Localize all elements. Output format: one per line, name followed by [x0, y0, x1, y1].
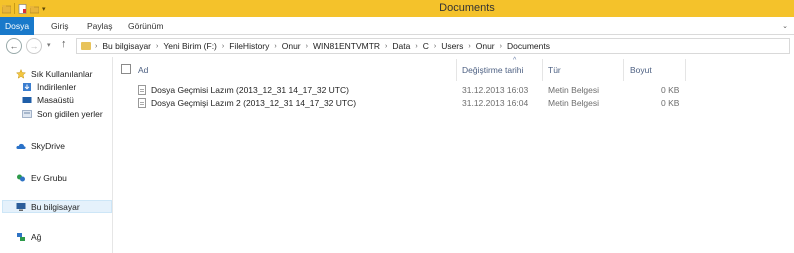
sidebar-item-network[interactable]: Ağ — [16, 231, 41, 243]
recent-locations-icon[interactable]: ▾ — [47, 41, 51, 49]
cloud-icon — [16, 143, 26, 149]
breadcrumb-separator-icon[interactable]: › — [415, 43, 417, 50]
column-divider[interactable] — [685, 59, 686, 81]
breadcrumb-this-pc[interactable]: Bu bilgisayar — [102, 41, 151, 51]
breadcrumb-machine[interactable]: WIN81ENTVMTR — [313, 41, 380, 51]
breadcrumb-separator-icon[interactable]: › — [385, 43, 387, 50]
downloads-icon — [23, 83, 31, 91]
select-all-checkbox[interactable] — [121, 64, 131, 74]
folder-icon[interactable] — [2, 4, 11, 14]
sidebar-item-label: SkyDrive — [31, 141, 66, 151]
breadcrumb-separator-icon[interactable]: › — [500, 43, 502, 50]
breadcrumb-separator-icon[interactable]: › — [274, 43, 276, 50]
sidebar-item-favorites[interactable]: Sık Kullanılanlar — [16, 68, 92, 80]
file-name-cell: Dosya Geçmişi Lazım 2 (2013_12_31 14_17_… — [138, 97, 356, 109]
file-size: 0 KB — [661, 98, 680, 108]
breadcrumb-documents[interactable]: Documents — [507, 41, 550, 51]
expand-ribbon-icon[interactable]: ⌄ — [782, 22, 788, 30]
tab-file[interactable]: Dosya — [0, 17, 34, 35]
file-name: Dosya Geçmisi Lazım (2013_12_31 14_17_32… — [151, 85, 349, 95]
breadcrumb-users[interactable]: Users — [441, 41, 463, 51]
column-size[interactable]: Boyut — [630, 65, 652, 75]
column-header: ^ Ad Değiştirme tarihi Tür Boyut — [113, 57, 794, 81]
sidebar-item-label: Ev Grubu — [31, 173, 67, 183]
sidebar-item-label: Ağ — [31, 232, 42, 242]
new-folder-icon[interactable] — [30, 4, 39, 14]
column-divider[interactable] — [542, 59, 543, 81]
file-type: Metin Belgesi — [548, 85, 600, 95]
breadcrumb-separator-icon[interactable]: › — [222, 43, 224, 50]
column-type[interactable]: Tür — [548, 65, 561, 75]
desktop-icon — [22, 97, 32, 103]
window-title: Documents — [439, 2, 495, 14]
breadcrumb-separator-icon[interactable]: › — [306, 43, 308, 50]
file-size: 0 KB — [661, 85, 680, 95]
folder-icon — [81, 42, 91, 50]
up-button[interactable]: ↑ — [61, 38, 67, 50]
file-name: Dosya Geçmişi Lazım 2 (2013_12_31 14_17_… — [151, 98, 357, 108]
sort-ascending-icon: ^ — [513, 57, 517, 64]
tab-share[interactable]: Paylaş — [87, 17, 113, 35]
sidebar-item-label: İndirilenler — [37, 82, 77, 92]
text-document-icon — [138, 98, 146, 108]
sidebar-item-desktop[interactable]: Masaüstü — [22, 94, 74, 106]
arrow-left-icon: ← — [9, 41, 19, 51]
customize-toolbar-icon[interactable]: ▾ — [42, 5, 46, 13]
sidebar-item-this-pc[interactable]: Bu bilgisayar — [2, 200, 112, 213]
toolbar-divider — [14, 3, 15, 14]
computer-icon — [16, 202, 26, 211]
sidebar-item-homegroup[interactable]: Ev Grubu — [16, 172, 67, 184]
tab-home[interactable]: Giriş — [51, 17, 68, 35]
recent-places-icon — [22, 110, 32, 118]
network-icon — [17, 233, 25, 241]
table-row[interactable]: Dosya Geçmisi Lazım (2013_12_31 14_17_32… — [113, 84, 794, 96]
text-document-icon — [138, 85, 146, 95]
breadcrumb-c[interactable]: C — [423, 41, 429, 51]
breadcrumb-user[interactable]: Onur — [282, 41, 301, 51]
breadcrumb-separator-icon[interactable]: › — [156, 43, 158, 50]
column-name[interactable]: Ad — [138, 65, 148, 75]
address-bar[interactable]: › Bu bilgisayar › Yeni Birim (F:) › File… — [76, 38, 790, 54]
file-type: Metin Belgesi — [548, 98, 600, 108]
tab-view[interactable]: Görünüm — [128, 17, 163, 35]
forward-button[interactable]: → — [26, 38, 42, 54]
column-modified[interactable]: Değiştirme tarihi — [462, 65, 523, 75]
properties-icon[interactable] — [18, 3, 27, 14]
sidebar-item-label: Bu bilgisayar — [31, 201, 80, 212]
sidebar-item-skydrive[interactable]: SkyDrive — [16, 140, 65, 152]
ribbon: Dosya Giriş Paylaş Görünüm ⌄ — [0, 17, 794, 35]
breadcrumb-drive[interactable]: Yeni Birim (F:) — [163, 41, 217, 51]
sidebar-item-recent-places[interactable]: Son gidilen yerler — [22, 108, 103, 120]
column-divider[interactable] — [456, 59, 457, 81]
navigation-bar: ← → ▾ ↑ › Bu bilgisayar › Yeni Birim (F:… — [0, 36, 794, 56]
arrow-right-icon: → — [29, 41, 39, 51]
sidebar-item-label: Sık Kullanılanlar — [31, 69, 93, 79]
breadcrumb-separator-icon[interactable]: › — [95, 43, 97, 50]
table-row[interactable]: Dosya Geçmişi Lazım 2 (2013_12_31 14_17_… — [113, 97, 794, 109]
breadcrumb-filehistory[interactable]: FileHistory — [229, 41, 269, 51]
star-icon — [16, 69, 26, 79]
back-button[interactable]: ← — [6, 38, 22, 54]
file-modified: 31.12.2013 16:03 — [462, 85, 529, 95]
sidebar-item-downloads[interactable]: İndirilenler — [22, 81, 76, 93]
sidebar-item-label: Masaüstü — [37, 95, 74, 105]
breadcrumb-separator-icon[interactable]: › — [434, 43, 436, 50]
file-modified: 31.12.2013 16:04 — [462, 98, 529, 108]
homegroup-icon — [17, 174, 25, 182]
breadcrumb-data[interactable]: Data — [392, 41, 410, 51]
file-name-cell: Dosya Geçmisi Lazım (2013_12_31 14_17_32… — [138, 84, 349, 96]
breadcrumb-onur[interactable]: Onur — [476, 41, 495, 51]
breadcrumb-separator-icon[interactable]: › — [468, 43, 470, 50]
column-divider[interactable] — [623, 59, 624, 81]
quick-access-toolbar: ▾ — [2, 2, 46, 15]
title-bar: ▾ Documents — [0, 0, 794, 17]
sidebar-item-label: Son gidilen yerler — [37, 109, 103, 119]
